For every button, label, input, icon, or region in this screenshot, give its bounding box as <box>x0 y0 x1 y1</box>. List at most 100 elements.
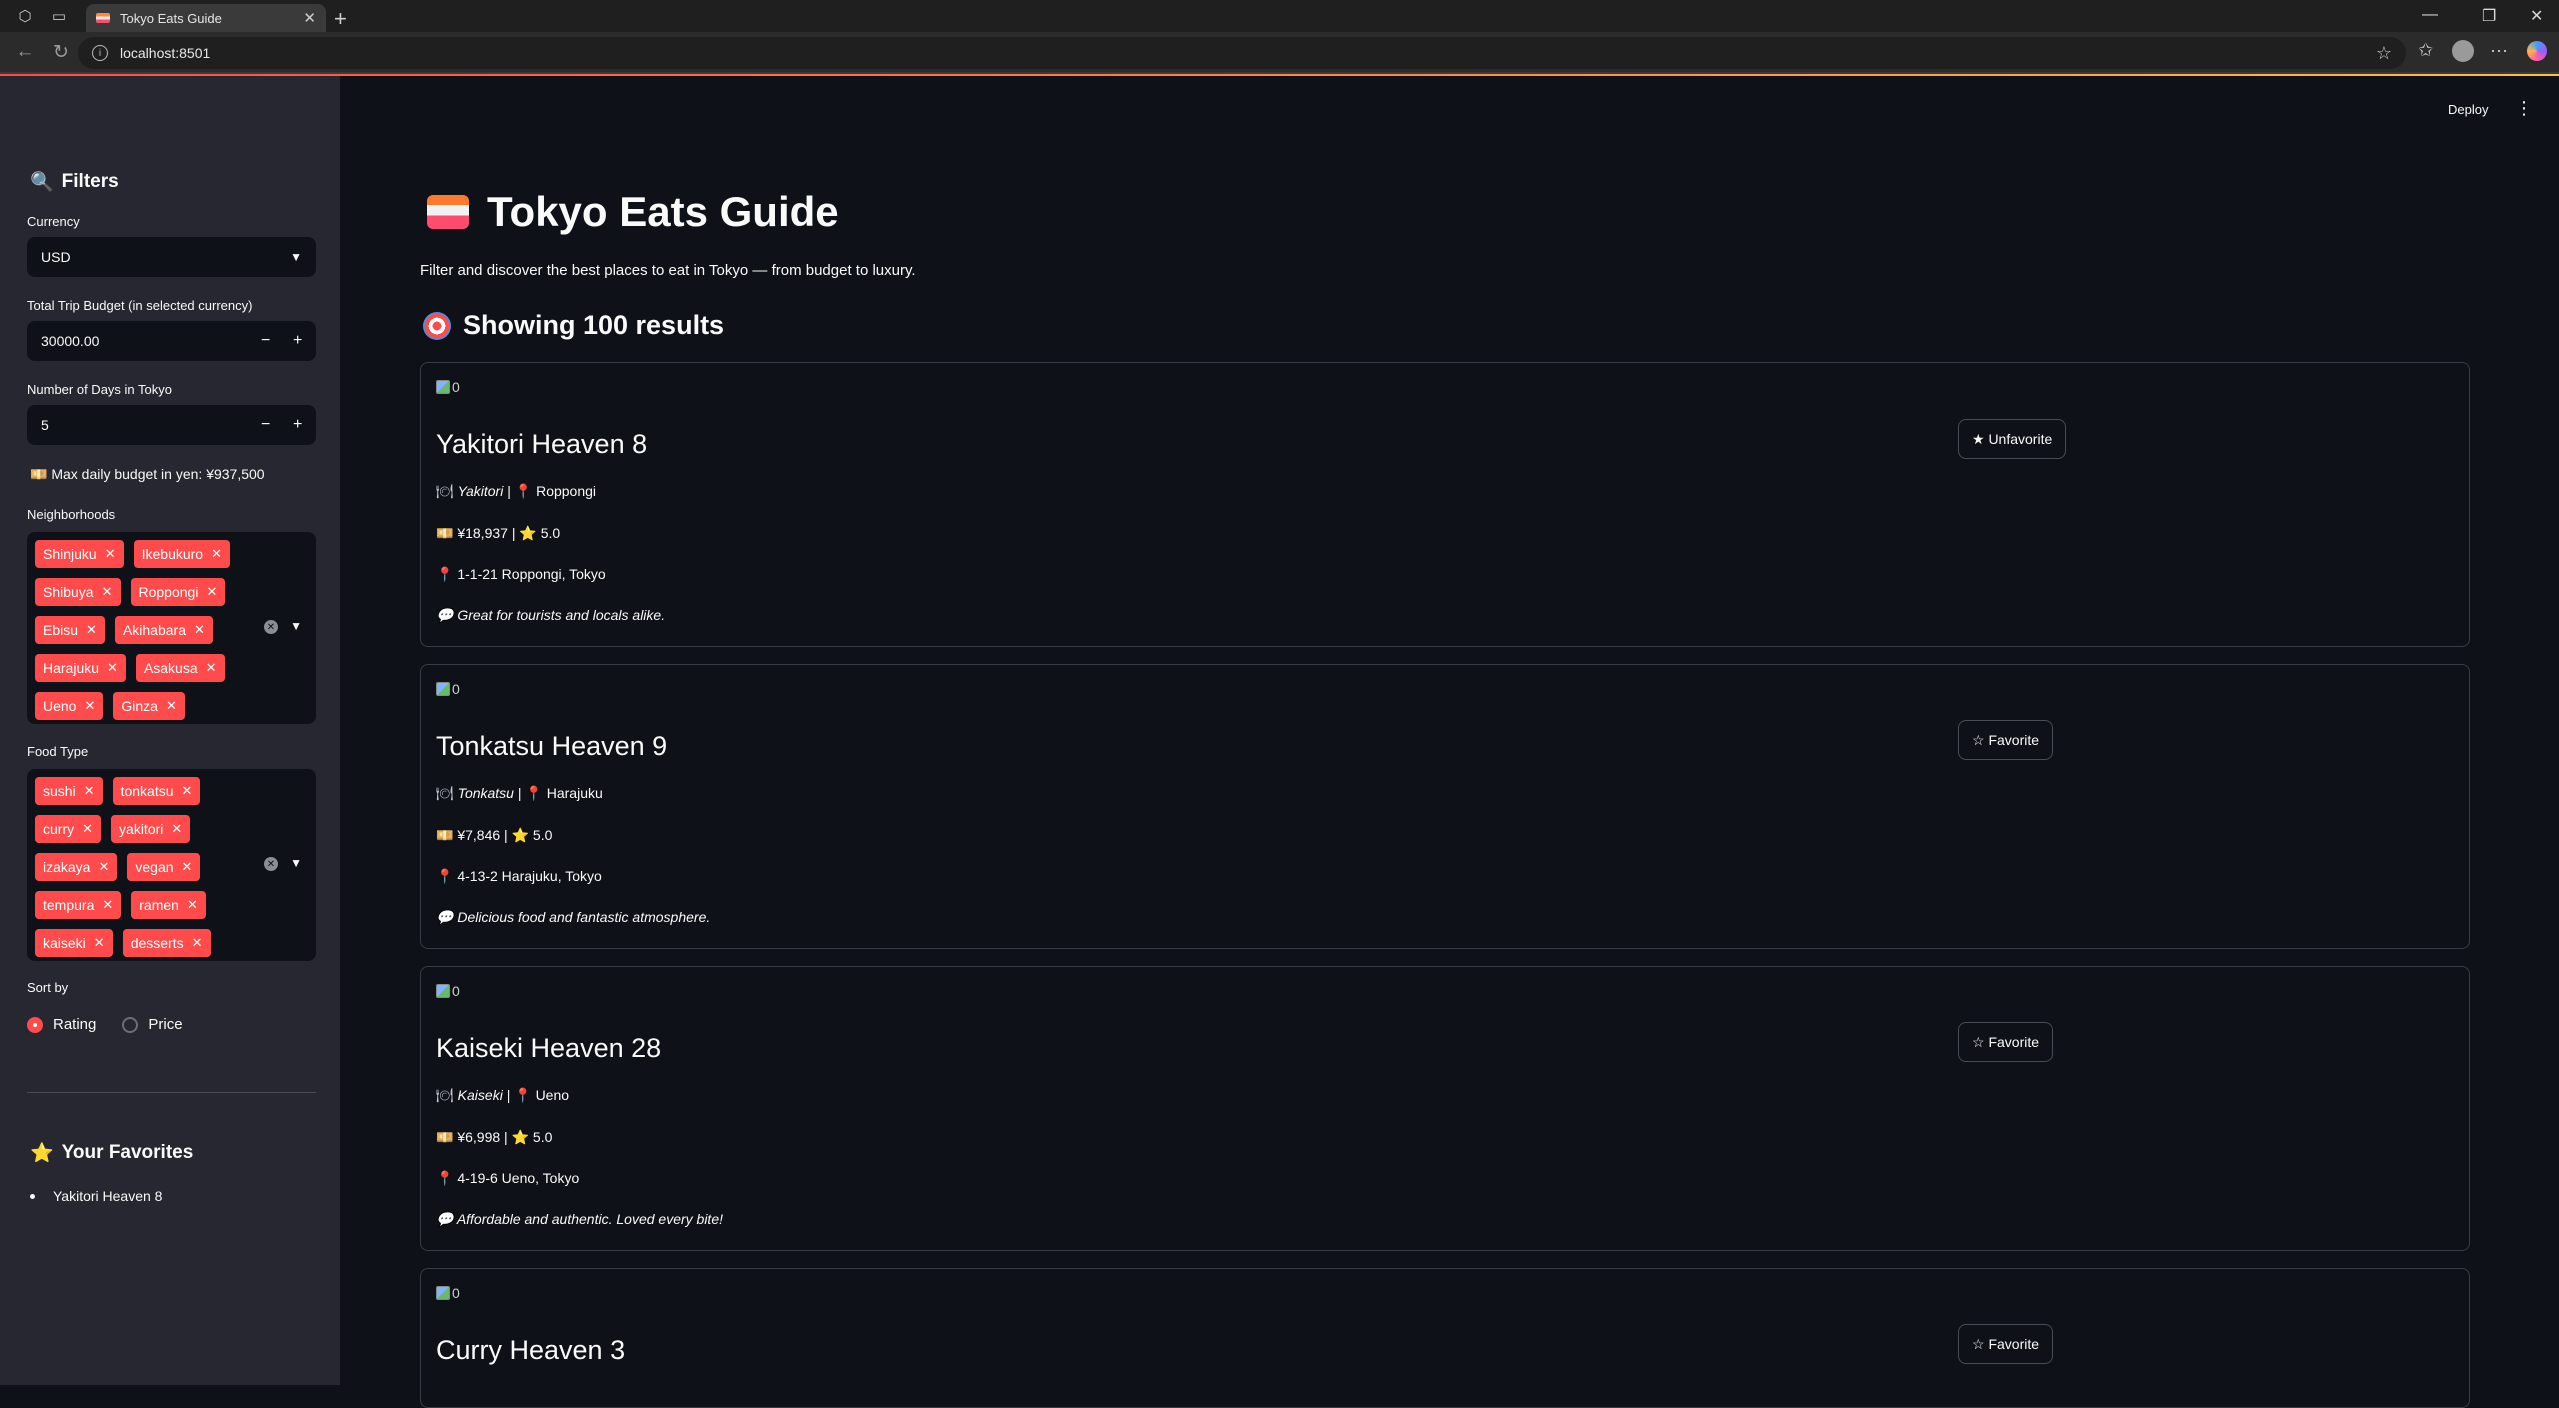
unfavorite-button[interactable]: ★ Unfavorite <box>1958 419 2067 459</box>
neighborhood-chip-label: Ueno <box>43 698 77 714</box>
favorites-bar-icon[interactable]: ✩ <box>2418 40 2433 61</box>
neighborhood-chip[interactable]: Roppongi ✕ <box>130 578 226 606</box>
neighborhood-chip[interactable]: Shibuya ✕ <box>35 578 121 606</box>
remove-chip-icon[interactable]: ✕ <box>84 698 95 714</box>
favorite-button[interactable]: ☆ Favorite <box>1958 720 2054 760</box>
neighborhood-chip[interactable]: Ueno ✕ <box>35 692 104 720</box>
main-menu-icon[interactable]: ⋮ <box>2515 98 2533 119</box>
remove-chip-icon[interactable]: ✕ <box>171 821 182 837</box>
neighborhood-chip[interactable]: Asakusa ✕ <box>135 654 225 682</box>
remove-chip-icon[interactable]: ✕ <box>98 859 109 875</box>
remove-chip-icon[interactable]: ✕ <box>86 622 97 638</box>
remove-chip-icon[interactable]: ✕ <box>192 935 203 951</box>
remove-chip-icon[interactable]: ✕ <box>166 698 177 714</box>
url-field[interactable]: i localhost:8501 ☆ <box>78 37 2406 69</box>
copilot-icon[interactable] <box>2527 41 2547 61</box>
remove-chip-icon[interactable]: ✕ <box>194 622 205 638</box>
bowl-icon: 🍽 <box>436 785 454 801</box>
remove-chip-icon[interactable]: ✕ <box>211 546 222 562</box>
days-increment-button[interactable]: + <box>293 416 302 434</box>
food-type-chip-label: vegan <box>135 859 174 875</box>
new-tab-button[interactable]: + <box>334 6 347 32</box>
neighborhood-chip-label: Ginza <box>121 698 158 714</box>
food-type-chip[interactable]: kaiseki ✕ <box>35 929 113 957</box>
neighborhoods-multiselect[interactable]: Shinjuku ✕ Ikebukuro ✕ Shibuya ✕ Roppongi ✕ Ebis… <box>27 532 316 724</box>
budget-increment-button[interactable]: + <box>293 332 302 350</box>
remove-chip-icon[interactable]: ✕ <box>94 935 105 951</box>
sort-rating-radio[interactable] <box>27 1016 43 1033</box>
food-type-chip[interactable]: ramen ✕ <box>131 891 206 919</box>
days-input[interactable]: 5 − + <box>27 405 316 445</box>
chevron-down-icon[interactable]: ▼ <box>290 619 302 633</box>
remove-chip-icon[interactable]: ✕ <box>182 859 193 875</box>
neighborhood-chip[interactable]: Shinjuku ✕ <box>35 540 124 568</box>
browser-tab[interactable]: Tokyo Eats Guide ✕ <box>86 4 326 32</box>
remove-chip-icon[interactable]: ✕ <box>84 783 95 799</box>
food-type-multiselect[interactable]: sushi ✕ tonkatsu ✕ curry ✕ yakitori ✕ izakaya ✕ ve… <box>27 769 316 961</box>
neighborhood-chip-label: Asakusa <box>143 660 198 676</box>
star-icon: ⭐ <box>30 1143 54 1164</box>
sort-price-radio[interactable] <box>122 1016 139 1033</box>
neighborhood-chip[interactable]: Akihabara ✕ <box>114 616 213 644</box>
food-type-chip[interactable]: curry ✕ <box>35 815 102 843</box>
remove-chip-icon[interactable]: ✕ <box>105 546 116 562</box>
food-type-chip[interactable]: tempura ✕ <box>35 891 122 919</box>
pin-icon: 📍 <box>436 1170 454 1186</box>
food-type-chip[interactable]: izakaya ✕ <box>35 853 118 881</box>
more-options-icon[interactable]: ··· <box>2490 40 2508 61</box>
clear-food-types-icon[interactable]: ✕ <box>264 857 278 871</box>
food-type-chip[interactable]: vegan ✕ <box>127 853 201 881</box>
site-info-icon[interactable]: i <box>92 45 108 61</box>
food-type-chip-label: kaiseki <box>43 935 86 951</box>
chevron-down-icon[interactable]: ▼ <box>290 856 302 870</box>
restaurant-address: 📍 4-13-2 Harajuku, Tokyo <box>436 868 602 884</box>
currency-select[interactable]: USD ▼ <box>27 237 316 277</box>
food-type-chip[interactable]: sushi ✕ <box>35 777 103 805</box>
food-type-chip-label: tempura <box>43 897 95 913</box>
broken-image-icon <box>436 380 450 394</box>
days-decrement-button[interactable]: − <box>261 416 270 434</box>
remove-chip-icon[interactable]: ✕ <box>187 897 198 913</box>
bullet <box>30 1193 35 1199</box>
remove-chip-icon[interactable]: ✕ <box>102 584 113 600</box>
deploy-button[interactable]: Deploy <box>2448 102 2488 117</box>
profile-avatar[interactable] <box>2452 40 2474 62</box>
restaurant-review: 💬 Great for tourists and locals alike. <box>436 607 666 623</box>
favorite-button[interactable]: ☆ Favorite <box>1958 1324 2054 1364</box>
remove-chip-icon[interactable]: ✕ <box>182 783 193 799</box>
budget-decrement-button[interactable]: − <box>261 332 270 350</box>
tab-title: Tokyo Eats Guide <box>120 10 222 26</box>
tab-close-icon[interactable]: ✕ <box>303 9 316 27</box>
page-title: Tokyo Eats Guide <box>427 188 839 236</box>
sort-rating-label[interactable]: Rating <box>53 1016 96 1033</box>
broken-image-icon <box>436 682 450 696</box>
food-type-chip[interactable]: tonkatsu ✕ <box>112 777 201 805</box>
remove-chip-icon[interactable]: ✕ <box>206 584 217 600</box>
remove-chip-icon[interactable]: ✕ <box>82 821 93 837</box>
food-type-chip[interactable]: yakitori ✕ <box>111 815 191 843</box>
minimize-icon[interactable]: — <box>2422 6 2438 24</box>
remove-chip-icon[interactable]: ✕ <box>107 660 118 676</box>
favorite-list-item: Yakitori Heaven 8 <box>30 1188 162 1204</box>
sort-price-label[interactable]: Price <box>148 1016 182 1033</box>
neighborhood-chip[interactable]: Ikebukuro ✕ <box>133 540 230 568</box>
food-type-chip[interactable]: desserts ✕ <box>122 929 211 957</box>
refresh-icon[interactable]: ↻ <box>50 41 72 64</box>
tab-actions-icon[interactable]: ▭ <box>50 7 68 25</box>
workspaces-icon[interactable]: ⬡ <box>16 7 34 25</box>
neighborhood-chip[interactable]: Harajuku ✕ <box>35 654 126 682</box>
remove-chip-icon[interactable]: ✕ <box>206 660 217 676</box>
window-close-icon[interactable]: ✕ <box>2530 6 2543 26</box>
restore-icon[interactable]: ❐ <box>2482 6 2496 26</box>
food-type-chips: sushi ✕ tonkatsu ✕ curry ✕ yakitori ✕ izakaya ✕ ve… <box>35 775 255 957</box>
bookmark-star-icon[interactable]: ☆ <box>2376 43 2392 64</box>
clear-neighborhoods-icon[interactable]: ✕ <box>264 620 278 634</box>
sushi-icon <box>427 195 469 229</box>
neighborhood-chip[interactable]: Ebisu ✕ <box>35 616 105 644</box>
neighborhood-chip-label: Akihabara <box>122 622 186 638</box>
remove-chip-icon[interactable]: ✕ <box>102 897 113 913</box>
favorite-button[interactable]: ☆ Favorite <box>1958 1022 2054 1062</box>
neighborhood-chip[interactable]: Ginza ✕ <box>113 692 185 720</box>
budget-input[interactable]: 30000.00 − + <box>27 321 316 361</box>
back-icon[interactable]: ← <box>14 41 36 63</box>
